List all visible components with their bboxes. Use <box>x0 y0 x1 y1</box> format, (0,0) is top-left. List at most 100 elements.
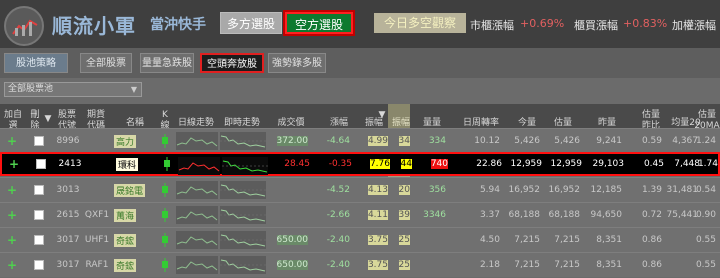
vol-cell-text: 25 <box>398 260 410 270</box>
vol-ratio-cell-text: 0.86 <box>641 260 662 270</box>
tab-strong[interactable]: 強勢錄多股 <box>268 53 326 73</box>
delete-cell[interactable] <box>32 129 46 153</box>
add-icon[interactable]: + <box>7 183 17 197</box>
add-icon[interactable]: + <box>7 258 17 272</box>
stock-name[interactable]: 晟銘電 <box>114 183 146 197</box>
stock-name[interactable]: 高力 <box>114 134 137 148</box>
vol-cell: 34 <box>390 129 410 153</box>
tab-bearish[interactable]: 空頭奔放股 <box>200 53 264 73</box>
add-cell[interactable]: + <box>6 154 22 174</box>
add-cell[interactable]: + <box>4 253 20 277</box>
vol-ratio-cell: 0.59 <box>632 129 662 153</box>
turnover-cell: 3.37 <box>456 203 500 227</box>
ratio20-cell: 0.55 <box>692 253 716 277</box>
kline-cell <box>158 253 172 277</box>
table-row[interactable]: +2413 28.45 -0.35 7.76 44 740 22.86 12,959 12,95… <box>0 152 720 176</box>
vol-cell: 20 <box>390 178 410 202</box>
minute-trend-chart <box>220 132 266 154</box>
add-icon[interactable]: + <box>7 208 17 222</box>
delete-cell[interactable] <box>34 154 48 174</box>
add-cell[interactable]: + <box>4 178 20 202</box>
stock-name[interactable]: 環科 <box>116 157 139 171</box>
amp-cell-text: 4.99 <box>367 136 388 146</box>
name-cell[interactable]: 環科 <box>116 154 156 174</box>
minute-trend-icon <box>220 231 266 249</box>
table-row[interactable]: +8996 372.00 -4.64 4.99 34 334 10.12 5,426 5,426… <box>0 128 720 153</box>
tab-strategy[interactable]: 股池策略 <box>4 53 68 73</box>
stock-pool-select[interactable]: 全部股票池 ▼ <box>4 82 142 97</box>
stock-code: 3013 <box>56 178 80 202</box>
today-vol-cell-text: 68,188 <box>508 210 541 220</box>
checkbox[interactable] <box>34 260 44 270</box>
delete-cell[interactable] <box>32 203 46 227</box>
minute-trend-icon <box>220 206 266 224</box>
otc-change-value: +0.69% <box>520 17 565 30</box>
minute-trend-chart <box>220 206 266 228</box>
add-cell[interactable]: + <box>4 129 20 153</box>
checkbox[interactable] <box>34 185 44 195</box>
name-cell[interactable]: 奇鋐 <box>114 253 154 277</box>
delete-cell[interactable] <box>32 178 46 202</box>
delete-cell[interactable] <box>32 253 46 277</box>
est-vol-cell: 16,952 <box>542 178 581 202</box>
vol-ratio-cell: 0.72 <box>632 203 662 227</box>
minute-trend-chart <box>222 157 268 179</box>
checkbox[interactable] <box>34 210 44 220</box>
add-icon[interactable]: + <box>7 134 17 148</box>
futures-code <box>84 178 110 202</box>
vol-ratio-cell-text: 0.72 <box>641 210 662 220</box>
name-cell[interactable]: 晟銘電 <box>114 178 154 202</box>
checkbox[interactable] <box>34 136 44 146</box>
yest-vol-cell-text: 8,351 <box>596 235 622 245</box>
candle-icon <box>162 183 168 197</box>
ratio20-cell-text: 0.55 <box>695 235 716 245</box>
today-vol-cell: 7,215 <box>504 228 540 252</box>
stock-name[interactable]: 奇鋐 <box>114 233 137 247</box>
candle-icon <box>162 258 168 272</box>
amp-cell-text: 3.75 <box>367 235 388 245</box>
table-row[interactable]: +3013 -4.52 4.13 20 356 5.94 16,952 16,952 12,18… <box>0 177 720 202</box>
app-subtitle: 當沖快手 <box>150 17 206 33</box>
minute-trend-icon <box>222 157 268 175</box>
kline-cell <box>158 228 172 252</box>
checkbox[interactable] <box>34 235 44 245</box>
kline-cell <box>158 203 172 227</box>
yest-vol-cell: 29,103 <box>586 154 625 174</box>
delete-cell[interactable] <box>32 228 46 252</box>
observe-button[interactable]: 今日多空觀察 <box>374 13 466 33</box>
table-row[interactable]: +2615 QXF1 -2.66 4.11 39 3346 3.37 68,188 68,188… <box>0 202 720 227</box>
vol-ratio-cell-text: 0.86 <box>641 235 662 245</box>
ratio20-cell: 1.24 <box>692 129 716 153</box>
name-cell[interactable]: 高力 <box>114 129 154 153</box>
add-cell[interactable]: + <box>4 203 20 227</box>
checkbox[interactable] <box>36 159 46 169</box>
price-cell: 650.00 <box>272 253 308 277</box>
sort-desc-icon[interactable]: ▼ <box>378 110 386 121</box>
volume-cell: 740 <box>416 154 448 174</box>
yest-vol-cell: 9,241 <box>584 129 622 153</box>
est-vol-cell: 5,426 <box>542 129 580 153</box>
short-mode-button[interactable]: 空方選股 <box>283 10 355 36</box>
ratio20-cell: 0.90 <box>692 203 716 227</box>
price-cell: 650.00 <box>272 228 308 252</box>
add-icon[interactable]: + <box>9 157 19 171</box>
tab-volume-drop[interactable]: 量量急跌股 <box>140 53 194 73</box>
add-cell[interactable]: + <box>4 228 20 252</box>
name-cell[interactable]: 奇鋐 <box>114 228 154 252</box>
table-row[interactable]: +3017 UHF1 650.00 -2.40 3.75 25 4.50 7,215 7,215… <box>0 227 720 252</box>
stock-code: 2615 <box>56 203 80 227</box>
change-cell-text: -4.64 <box>326 136 350 146</box>
est-vol-cell-text: 12,959 <box>550 159 583 169</box>
table-row[interactable]: +3017 RAF1 650.00 -2.40 3.75 25 2.18 7,215 7,215… <box>0 252 720 277</box>
stock-name[interactable]: 萬海 <box>114 208 137 222</box>
add-icon[interactable]: + <box>7 233 17 247</box>
name-cell[interactable]: 萬海 <box>114 203 154 227</box>
turnover-cell: 22.86 <box>458 154 502 174</box>
sort-icon[interactable]: ▼ <box>44 114 52 125</box>
stock-name[interactable]: 奇鋐 <box>114 258 137 272</box>
tab-all-stocks[interactable]: 全部股票 <box>80 53 132 73</box>
candle-icon <box>164 157 170 171</box>
long-mode-button[interactable]: 多方選股 <box>220 12 282 34</box>
stock-code: 3017 <box>56 253 80 277</box>
turnover-cell: 4.50 <box>456 228 500 252</box>
